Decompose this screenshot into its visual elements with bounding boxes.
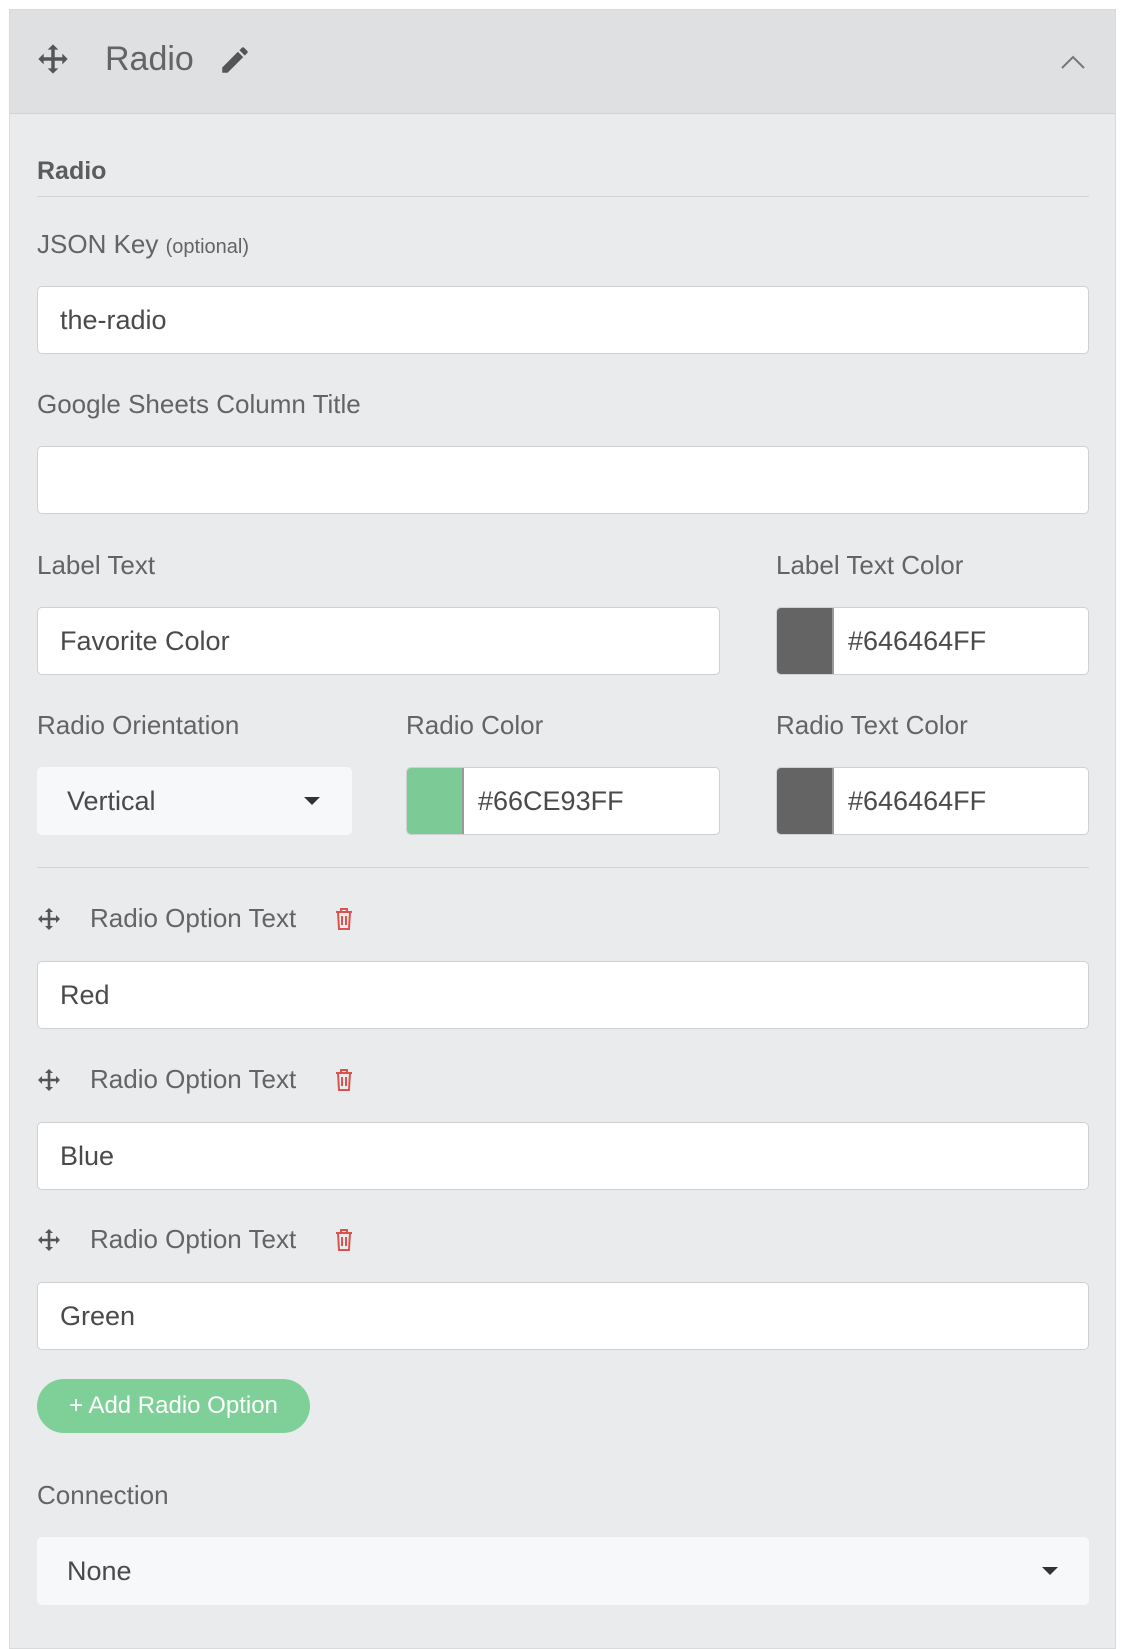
label-text-color-field[interactable]: #646464FF <box>776 607 1089 675</box>
move-icon[interactable] <box>37 1228 61 1252</box>
move-icon[interactable] <box>37 1068 61 1092</box>
pencil-icon[interactable] <box>218 43 252 77</box>
sheets-column-label: Google Sheets Column Title <box>37 389 361 419</box>
trash-icon[interactable] <box>334 1228 354 1252</box>
radio-color-field[interactable]: #66CE93FF <box>406 767 720 835</box>
radio-option-label: Radio Option Text <box>90 1064 297 1094</box>
color-swatch[interactable] <box>407 768 464 834</box>
panel-header[interactable]: Radio <box>10 10 1115 114</box>
json-key-label-text: JSON Key <box>37 229 159 259</box>
radio-text-color-label: Radio Text Color <box>776 710 968 740</box>
radio-option-input[interactable]: Red <box>37 961 1089 1029</box>
trash-icon[interactable] <box>334 907 354 931</box>
label-text-label: Label Text <box>37 550 156 580</box>
widget-title: Radio <box>105 40 194 78</box>
radio-option-input[interactable]: Green <box>37 1282 1089 1350</box>
divider <box>37 867 1089 868</box>
color-hex-value: #66CE93FF <box>478 786 624 816</box>
radio-color-label: Radio Color <box>406 710 544 740</box>
color-hex-value: #646464FF <box>848 786 987 816</box>
sheets-column-input[interactable] <box>37 446 1089 514</box>
caret-down-icon <box>304 797 320 805</box>
radio-option-label: Radio Option Text <box>90 1224 297 1254</box>
caret-down-icon <box>1042 1567 1058 1575</box>
radio-text-color-field[interactable]: #646464FF <box>776 767 1089 835</box>
section-title: Radio <box>37 157 107 185</box>
json-key-label: JSON Key (optional) <box>37 229 249 260</box>
radio-widget-panel: Radio Radio JSON Key (optional) the-radi… <box>9 9 1116 1649</box>
trash-icon[interactable] <box>334 1068 354 1092</box>
radio-orientation-label: Radio Orientation <box>37 710 240 740</box>
radio-option-input[interactable]: Blue <box>37 1122 1089 1190</box>
optional-hint: (optional) <box>165 236 249 258</box>
color-swatch[interactable] <box>777 608 834 674</box>
radio-orientation-value: Vertical <box>67 786 156 816</box>
add-radio-option-button[interactable]: + Add Radio Option <box>37 1379 310 1433</box>
label-text-input[interactable]: Favorite Color <box>37 607 720 675</box>
color-hex-value: #646464FF <box>848 626 987 656</box>
radio-orientation-select[interactable]: Vertical <box>37 767 352 835</box>
move-icon[interactable] <box>37 907 61 931</box>
radio-option-label: Radio Option Text <box>90 903 297 933</box>
chevron-up-icon[interactable] <box>1060 54 1086 70</box>
color-swatch[interactable] <box>777 768 834 834</box>
connection-select[interactable]: None <box>37 1537 1089 1605</box>
connection-label: Connection <box>37 1480 169 1510</box>
connection-value: None <box>67 1556 132 1586</box>
label-text-color-label: Label Text Color <box>776 550 964 580</box>
json-key-input[interactable]: the-radio <box>37 286 1089 354</box>
move-icon[interactable] <box>37 43 69 75</box>
divider <box>37 196 1089 197</box>
